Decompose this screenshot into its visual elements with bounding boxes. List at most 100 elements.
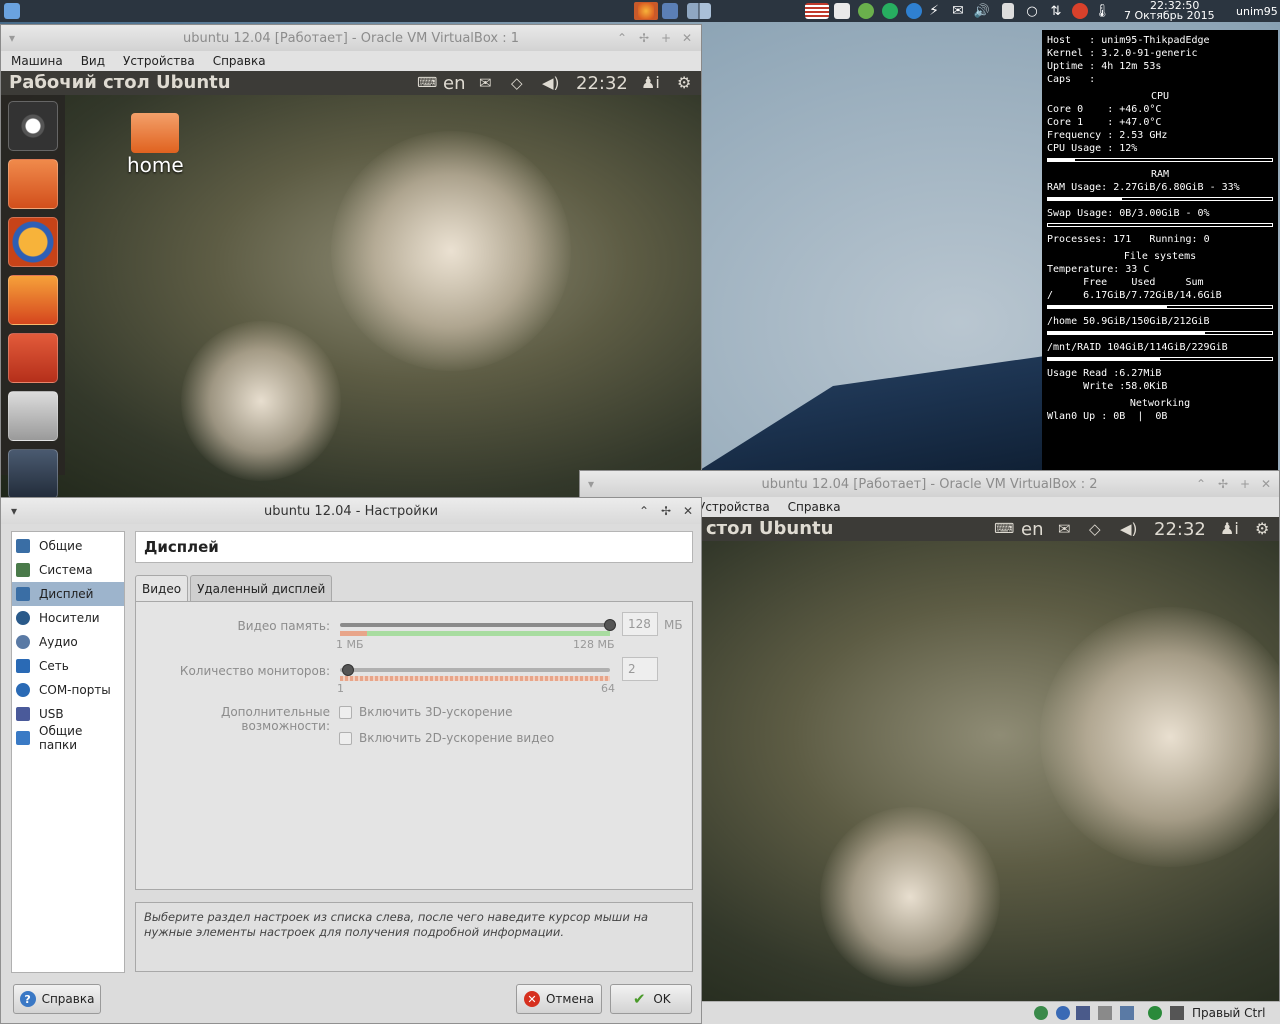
menu-machine[interactable]: Машина [11, 54, 63, 68]
host-username[interactable]: unim95 [1236, 5, 1278, 18]
home-folder-icon[interactable] [131, 113, 179, 153]
ubuntu-dash-icon[interactable] [8, 101, 58, 151]
minimize-icon[interactable]: ⌃ [617, 31, 627, 45]
firefox-icon[interactable] [8, 217, 58, 267]
lightbulb-icon[interactable]: ○ [1022, 2, 1042, 20]
close-icon[interactable]: ✕ [1261, 477, 1271, 491]
alarm-clock-icon[interactable] [1070, 2, 1090, 20]
video-memory-input[interactable]: 128 [622, 612, 658, 636]
shade-icon[interactable]: + [661, 31, 671, 45]
network-manager-icon[interactable] [904, 2, 924, 20]
updown-arrows-icon[interactable]: ⇅ [1046, 2, 1066, 20]
tab-remote-display[interactable]: Удаленный дисплей [190, 575, 333, 601]
ok-button[interactable]: ✔ OK [610, 984, 692, 1014]
cancel-button[interactable]: ✕ Отмена [516, 984, 602, 1014]
keyboard-icon[interactable]: ⌨ [994, 521, 1014, 537]
sidebar-item-display[interactable]: Дисплей [12, 582, 124, 606]
host-clock-date[interactable]: 7 Октябрь 2015 [1124, 10, 1215, 22]
accel-3d-label[interactable]: Включить 3D-ускорение [359, 705, 513, 719]
menu-help[interactable]: Справка [788, 500, 841, 514]
accel-2d-label[interactable]: Включить 2D-ускорение видео [359, 731, 554, 745]
wifi-icon[interactable]: ◇ [511, 74, 523, 92]
fs-root-bar [1047, 305, 1273, 309]
maximize-icon[interactable]: ✢ [661, 504, 671, 518]
mail-icon[interactable]: ✉ [479, 74, 492, 92]
menu-view[interactable]: Вид [81, 54, 105, 68]
close-icon[interactable]: ✕ [682, 31, 692, 45]
tab-video[interactable]: Видео [135, 575, 189, 601]
host-key-arrow-icon[interactable] [1170, 1006, 1184, 1020]
vm1-guest-screen[interactable]: Рабочий стол Ubuntu ⌨ en ✉ ◇ ◀) 22:32 ♟i… [1, 71, 701, 499]
virtualbox-taskbar-icon[interactable] [660, 2, 680, 20]
menu-help[interactable]: Справка [213, 54, 266, 68]
video-memory-slider[interactable] [604, 619, 616, 631]
ubuntu-clock[interactable]: 22:32 [1154, 519, 1206, 540]
gear-icon[interactable]: ⚙ [1255, 519, 1269, 538]
user-icon[interactable]: ♟i [641, 73, 660, 92]
sidebar-item-network[interactable]: Сеть [12, 654, 124, 678]
sidebar-item-audio[interactable]: Аудио [12, 630, 124, 654]
volume-icon[interactable]: 🔊 [972, 2, 992, 20]
home-folder-label[interactable]: home [127, 153, 184, 177]
maximize-icon[interactable]: ✢ [1218, 477, 1228, 491]
mail-icon[interactable]: ✉ [1058, 520, 1071, 538]
mouse-integration-icon[interactable] [1148, 1006, 1162, 1020]
menu-devices[interactable]: Устройства [698, 500, 770, 514]
sync-icon[interactable] [856, 2, 876, 20]
window-menu-icon[interactable]: ▾ [9, 31, 15, 45]
sidebar-item-serial-ports[interactable]: COM-порты [12, 678, 124, 702]
usb-device-icon[interactable] [1098, 1006, 1112, 1020]
settings-dialog[interactable]: ▾ ubuntu 12.04 - Настройки ⌃ ✢ ✕ Общие С… [0, 497, 702, 1024]
accel-3d-checkbox[interactable] [339, 706, 352, 719]
minimize-icon[interactable]: ⌃ [639, 504, 649, 518]
power-icon[interactable]: ⚡ [926, 2, 942, 20]
accel-2d-checkbox[interactable] [339, 732, 352, 745]
check-icon[interactable] [880, 2, 900, 20]
system-settings-icon[interactable] [8, 333, 58, 383]
monitors-slider[interactable] [342, 664, 354, 676]
monitors-input[interactable]: 2 [622, 657, 658, 681]
help-button[interactable]: ? Справка [13, 984, 101, 1014]
firefox-taskbar-icon[interactable] [634, 2, 658, 20]
volume-icon[interactable]: ◀) [542, 74, 559, 92]
minimize-icon[interactable]: ⌃ [1196, 477, 1206, 491]
shared-folders-icon[interactable] [1120, 1006, 1134, 1020]
dropbox-icon[interactable] [832, 2, 852, 20]
gear-icon[interactable]: ⚙ [677, 73, 691, 92]
software-center-icon[interactable] [8, 275, 58, 325]
sidebar-item-system[interactable]: Система [12, 558, 124, 582]
xfce-menu-icon[interactable] [2, 2, 22, 20]
files-icon[interactable] [8, 159, 58, 209]
host-top-panel: ⚡ ✉ 🔊 ○ ⇅ 🌡 22:32:50 7 Октябрь 2015 unim… [0, 0, 1280, 22]
optical-drive-icon[interactable] [1056, 1006, 1070, 1020]
us-flag-icon[interactable] [804, 2, 830, 20]
mail-icon[interactable]: ✉ [948, 2, 968, 20]
menu-devices[interactable]: Устройства [123, 54, 195, 68]
close-icon[interactable]: ✕ [683, 504, 693, 518]
sidebar-item-general[interactable]: Общие [12, 534, 124, 558]
volume-icon[interactable]: ◀) [1120, 520, 1137, 538]
search-icon[interactable] [8, 449, 58, 499]
hdd-activity-icon[interactable] [1034, 1006, 1048, 1020]
sidebar-item-shared-folders[interactable]: Общие папки [12, 724, 124, 752]
virtualbox-window-1[interactable]: ▾ ubuntu 12.04 [Работает] - Oracle VM Vi… [0, 24, 702, 499]
window-menu-icon[interactable]: ▾ [588, 477, 594, 491]
network-adapter-icon[interactable] [1076, 1006, 1090, 1020]
shade-icon[interactable]: + [1240, 477, 1250, 491]
sidebar-item-usb[interactable]: USB [12, 702, 124, 726]
settings-titlebar[interactable]: ▾ ubuntu 12.04 - Настройки ⌃ ✢ ✕ [1, 498, 701, 524]
user-icon[interactable]: ♟i [1220, 519, 1239, 538]
keyboard-layout[interactable]: en [443, 73, 465, 94]
wifi-icon[interactable]: ◇ [1089, 520, 1101, 538]
window-menu-icon[interactable]: ▾ [11, 504, 17, 518]
notes-icon[interactable] [998, 2, 1018, 20]
workspace-tool-icon[interactable] [8, 391, 58, 441]
vm2-titlebar[interactable]: ▾ ubuntu 12.04 [Работает] - Oracle VM Vi… [580, 471, 1279, 497]
vm1-titlebar[interactable]: ▾ ubuntu 12.04 [Работает] - Oracle VM Vi… [1, 25, 701, 51]
workspace-switcher-icon[interactable] [686, 2, 712, 20]
ubuntu-clock[interactable]: 22:32 [576, 73, 628, 94]
maximize-icon[interactable]: ✢ [639, 31, 649, 45]
sidebar-item-storage[interactable]: Носители [12, 606, 124, 630]
keyboard-layout[interactable]: en [1021, 519, 1043, 540]
keyboard-icon[interactable]: ⌨ [417, 75, 437, 91]
